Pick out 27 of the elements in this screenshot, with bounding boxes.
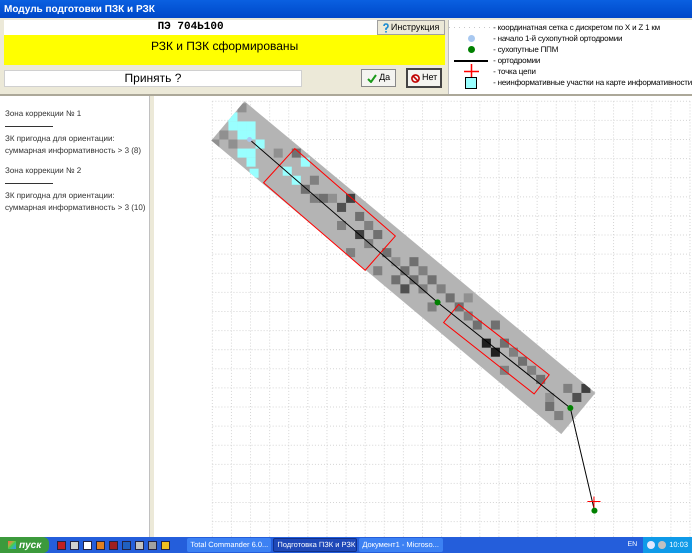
legend-label: - точка цепи [493, 66, 536, 78]
legend-label: - неинформативные участки на карте информативности [493, 76, 692, 88]
line-icon [454, 60, 488, 62]
zone-text: суммарная информативность > 3 (8) [5, 145, 142, 157]
prohibited-icon [410, 74, 420, 82]
checkmark-icon [367, 74, 378, 82]
code-field: ПЭ 704Ь100 [4, 20, 378, 35]
legend-label: - координатная сетка с дискретом по X и Z 1 км [493, 22, 660, 34]
cross-icon [464, 64, 479, 79]
legend-label: - сухопутные ППМ [493, 44, 558, 56]
prompt-field: Принять ? [4, 70, 302, 86]
status-banner: РЗК и ПЗК сформированы [4, 35, 446, 65]
zone-title: Зона коррекции № 1 [5, 108, 82, 120]
help-icon [382, 22, 389, 32]
square-icon [465, 76, 478, 88]
legend-label: - начало 1-й сухопутной ортодромии [493, 32, 622, 44]
zone-text: ЗК пригодна для ориентации: [5, 133, 116, 145]
zone-text: суммарная информативность > 3 (10) [5, 202, 146, 214]
window-title: Модуль подготовки ПЗК и РЗК [4, 2, 155, 16]
zone-text: ЗК пригодна для ориентации: [5, 190, 116, 202]
yes-button[interactable]: Да [361, 69, 396, 87]
windows-logo-icon [8, 541, 16, 549]
no-button[interactable]: Нет [406, 68, 442, 88]
start-button[interactable]: пуск [0, 537, 50, 553]
help-button[interactable]: Инструкция [377, 20, 446, 35]
legend-label: - ортодромии [493, 54, 540, 66]
zone-title: Зона коррекции № 2 [5, 165, 82, 177]
